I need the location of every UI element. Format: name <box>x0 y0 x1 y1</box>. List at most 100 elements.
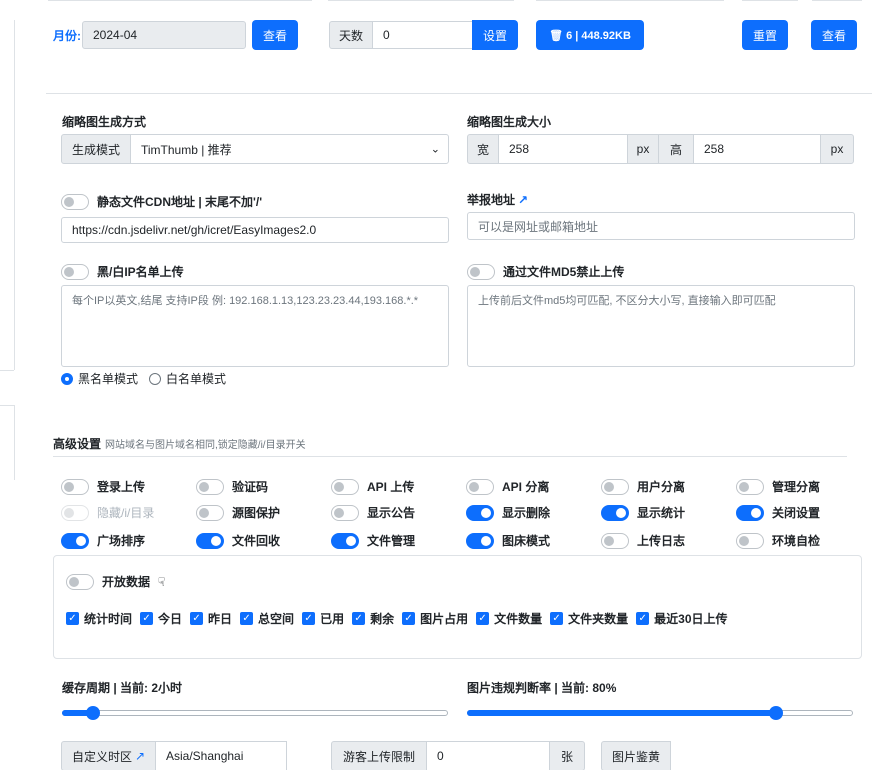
md5-label: 通过文件MD5禁止上传 <box>503 265 625 279</box>
toggle-switch[interactable] <box>601 532 629 549</box>
checkbox-item[interactable]: ✓ 今日 <box>140 610 182 627</box>
toggle-switch[interactable] <box>196 478 224 495</box>
checkbox-checked-icon[interactable]: ✓ <box>302 612 316 625</box>
radio-white-row[interactable]: 白名单模式 <box>149 370 226 387</box>
md5-toggle[interactable] <box>467 263 495 280</box>
checkbox-checked-icon[interactable]: ✓ <box>402 612 416 625</box>
checkbox-checked-icon[interactable]: ✓ <box>636 612 650 625</box>
toggle-item[interactable]: 用户分离 <box>601 478 685 495</box>
timezone-input[interactable]: Asia/Shanghai <box>155 741 287 770</box>
cache-button[interactable]: 🗑 6 | 448.92KB <box>536 20 644 50</box>
month-input[interactable]: 2024-04 <box>82 21 246 49</box>
ip-toggle-row[interactable]: 黑/白IP名单上传 <box>61 263 184 280</box>
view-month-button[interactable]: 查看 <box>252 20 298 50</box>
open-data-toggle[interactable] <box>66 573 94 590</box>
checkbox-item[interactable]: ✓ 图片占用 <box>402 610 468 627</box>
cdn-input[interactable]: https://cdn.jsdelivr.net/gh/icret/EasyIm… <box>61 217 449 243</box>
checkbox-item[interactable]: ✓ 剩余 <box>352 610 394 627</box>
height-input[interactable]: 258 <box>693 134 821 164</box>
report-input[interactable]: 可以是网址或邮箱地址 <box>467 212 855 240</box>
set-days-button[interactable]: 设置 <box>472 20 518 50</box>
toggle-item[interactable]: 显示公告 <box>331 504 415 521</box>
toggle-switch[interactable] <box>736 532 764 549</box>
guest-limit-input[interactable]: 0 <box>426 741 550 770</box>
checkbox-label: 图片占用 <box>420 612 469 626</box>
toggle-switch[interactable] <box>61 532 89 549</box>
checkbox-item[interactable]: ✓ 已用 <box>302 610 344 627</box>
toggle-item[interactable]: 文件回收 <box>196 532 280 549</box>
toggle-switch[interactable] <box>736 504 764 521</box>
checkbox-checked-icon[interactable]: ✓ <box>190 612 204 625</box>
width-input[interactable]: 258 <box>498 134 628 164</box>
violation-slider-thumb[interactable] <box>768 706 783 720</box>
cdn-toggle-row[interactable]: 静态文件CDN地址 | 末尾不加'/' <box>61 193 262 210</box>
toggle-label: 文件管理 <box>367 534 416 548</box>
cdn-toggle[interactable] <box>61 193 89 210</box>
checkbox-item[interactable]: ✓ 统计时间 <box>66 610 132 627</box>
checkbox-label: 今日 <box>158 612 183 626</box>
toggle-item[interactable]: 管理分离 <box>736 478 820 495</box>
cache-slider-thumb[interactable] <box>85 706 100 720</box>
checkbox-checked-icon[interactable]: ✓ <box>140 612 154 625</box>
md5-textarea[interactable]: 上传前后文件md5均可匹配, 不区分大小写, 直接输入即可匹配 <box>467 285 855 367</box>
toggle-switch[interactable] <box>331 532 359 549</box>
toggle-item[interactable]: 环境自检 <box>736 532 820 549</box>
radio-white-mode[interactable] <box>149 372 161 385</box>
toggle-item[interactable]: 文件管理 <box>331 532 415 549</box>
toggle-item[interactable]: 隐藏/i/目录 <box>61 504 154 521</box>
toggle-switch[interactable] <box>466 532 494 549</box>
external-link-icon[interactable]: ↗ <box>135 749 145 763</box>
checkbox-label: 文件数量 <box>494 612 543 626</box>
radio-black-row[interactable]: 黑名单模式 <box>61 370 138 387</box>
checkbox-item[interactable]: ✓ 文件数量 <box>476 610 542 627</box>
toggle-item[interactable]: 上传日志 <box>601 532 685 549</box>
checkbox-checked-icon[interactable]: ✓ <box>550 612 564 625</box>
toggle-item[interactable]: 登录上传 <box>61 478 145 495</box>
mode-select[interactable]: TimThumb | 推荐 ⌄ <box>130 134 449 164</box>
toggle-item[interactable]: 源图保护 <box>196 504 280 521</box>
height-addon: 高 <box>658 134 694 164</box>
toggle-switch[interactable] <box>196 504 224 521</box>
open-data-toggle-row[interactable]: 开放数据 ☟ <box>66 573 165 590</box>
violation-slider[interactable] <box>467 706 853 720</box>
reset-button[interactable]: 重置 <box>742 20 788 50</box>
checkbox-checked-icon[interactable]: ✓ <box>66 612 79 625</box>
advanced-title: 高级设置 <box>53 437 102 451</box>
toggle-switch[interactable] <box>466 504 494 521</box>
toggle-switch[interactable] <box>61 478 89 495</box>
toggle-item[interactable]: 验证码 <box>196 478 268 495</box>
thumb-size-label: 缩略图生成大小 <box>467 115 552 129</box>
radio-black-mode[interactable] <box>61 372 73 385</box>
advanced-header: 高级设置 网站域名与图片域名相同,锁定隐藏/i/目录开关 <box>53 435 306 452</box>
checkbox-item[interactable]: ✓ 总空间 <box>240 610 294 627</box>
checkbox-checked-icon[interactable]: ✓ <box>240 612 254 625</box>
checkbox-checked-icon[interactable]: ✓ <box>352 612 366 625</box>
toggle-item[interactable]: 图床模式 <box>466 532 550 549</box>
toggle-switch[interactable] <box>331 504 359 521</box>
cache-slider[interactable] <box>62 706 448 720</box>
ip-list-textarea[interactable]: 每个IP以英文,结尾 支持IP段 例: 192.168.1.13,123.23.… <box>61 285 449 367</box>
view-button-2[interactable]: 查看 <box>811 20 857 50</box>
timezone-addon: 自定义时区 ↗ <box>61 741 156 770</box>
toggle-switch[interactable] <box>736 478 764 495</box>
toggle-item[interactable]: 显示统计 <box>601 504 685 521</box>
toggle-item[interactable]: API 分离 <box>466 478 549 495</box>
days-input[interactable]: 0 <box>372 21 473 49</box>
toggle-item[interactable]: 广场排序 <box>61 532 145 549</box>
ip-list-toggle[interactable] <box>61 263 89 280</box>
checkbox-item[interactable]: ✓ 文件夹数量 <box>550 610 628 627</box>
checkbox-checked-icon[interactable]: ✓ <box>476 612 490 625</box>
toggle-switch[interactable] <box>196 532 224 549</box>
checkbox-item[interactable]: ✓ 最近30日上传 <box>636 610 728 627</box>
toggle-item[interactable]: API 上传 <box>331 478 414 495</box>
audit-addon: 图片鉴黄 <box>601 741 671 770</box>
toggle-switch[interactable] <box>601 504 629 521</box>
toggle-switch[interactable] <box>466 478 494 495</box>
external-link-icon[interactable]: ↗ <box>518 193 528 207</box>
toggle-item[interactable]: 显示删除 <box>466 504 550 521</box>
toggle-item[interactable]: 关闭设置 <box>736 504 820 521</box>
md5-toggle-row[interactable]: 通过文件MD5禁止上传 <box>467 263 624 280</box>
toggle-switch[interactable] <box>601 478 629 495</box>
checkbox-item[interactable]: ✓ 昨日 <box>190 610 232 627</box>
toggle-switch[interactable] <box>331 478 359 495</box>
